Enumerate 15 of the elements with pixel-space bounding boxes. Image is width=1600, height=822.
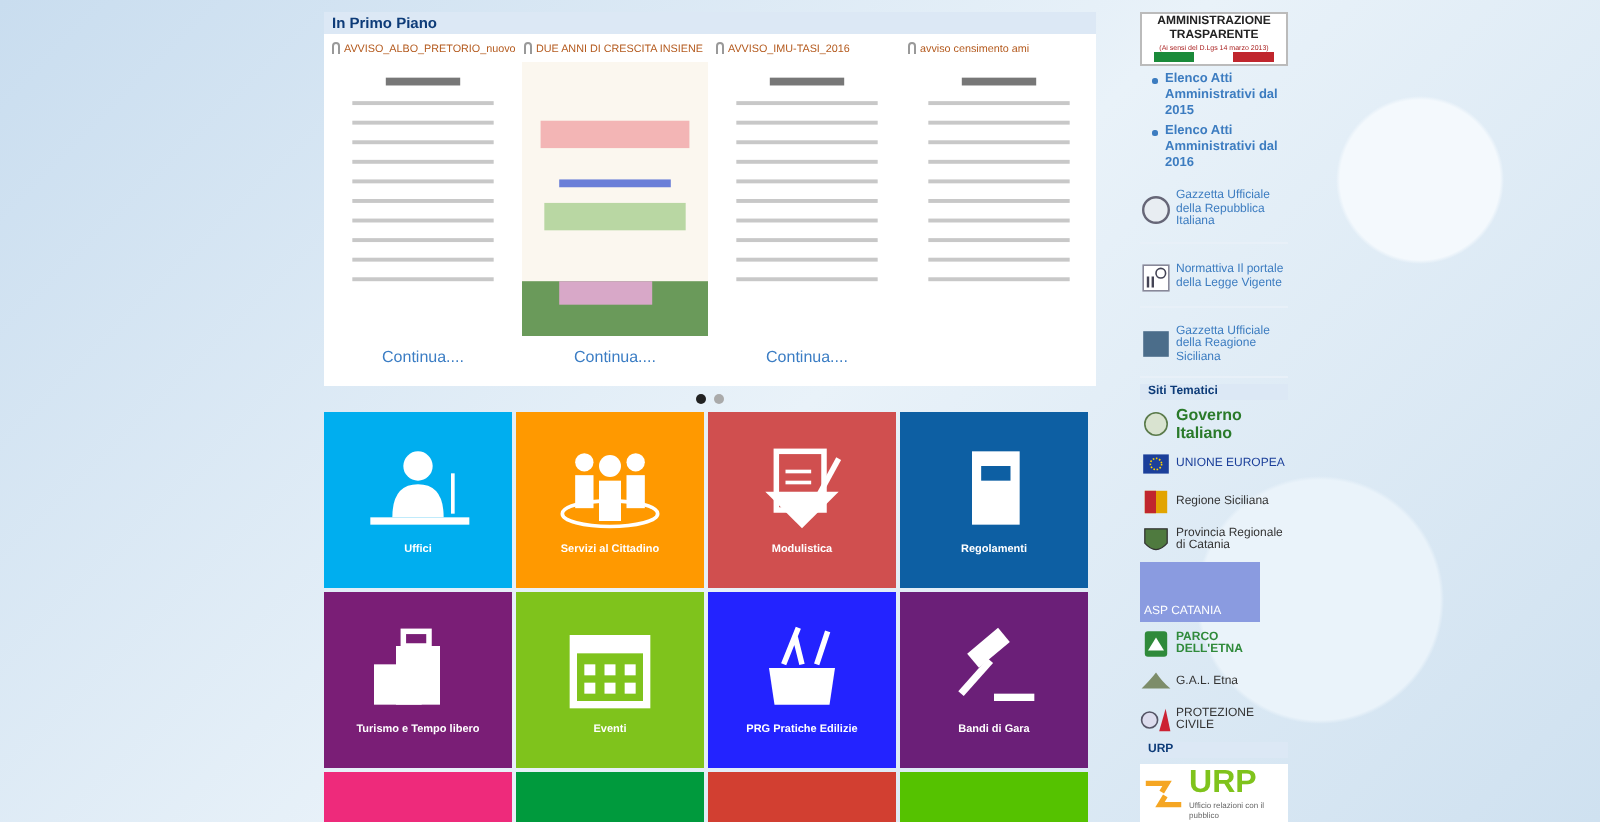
carousel-dot[interactable] (714, 394, 724, 404)
paperclip-icon (906, 42, 918, 58)
carousel-dot[interactable] (696, 394, 706, 404)
bullet-icon (1152, 78, 1157, 83)
continue-link[interactable]: Continua.... (766, 348, 848, 366)
urp-title: URP (1189, 768, 1259, 800)
site-link[interactable]: Governo Italiano (1176, 406, 1288, 442)
arrows-icon (1144, 776, 1184, 812)
bullet-icon (1152, 130, 1157, 135)
paperclip-icon (330, 42, 342, 58)
continue-link[interactable]: Continua.... (574, 348, 656, 366)
paperclip-icon (714, 42, 726, 58)
continue-link[interactable]: Continua.... (382, 348, 464, 366)
paperclip-icon (522, 42, 534, 58)
eu-icon (1140, 448, 1172, 480)
